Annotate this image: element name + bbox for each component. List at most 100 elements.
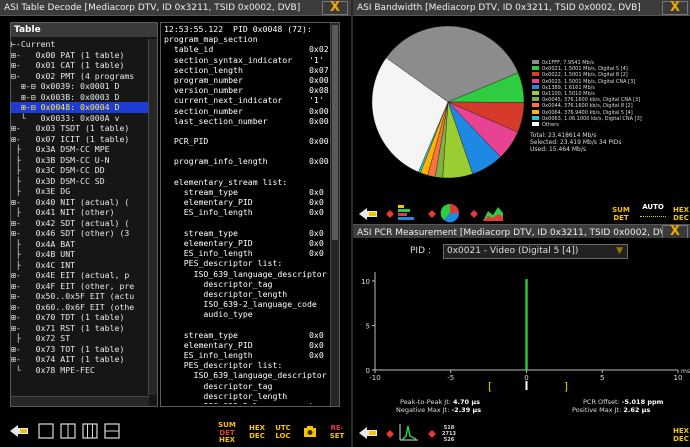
x-tick-label: -5 [447, 374, 454, 382]
decode-line: ISO_639-2_language_code [164, 299, 329, 309]
area-chart-view-icon[interactable] [482, 203, 504, 223]
legend-label: 0x1FFF, 7.9541 Mb/s [542, 60, 594, 66]
decode-field-value: 0x000 [309, 74, 329, 85]
decode-line: descriptor_length [164, 289, 329, 299]
table-decode-close-button[interactable]: X [322, 1, 348, 15]
legend-label: 0x0064, 376.9400 kb/s, Digital 5 [4] [542, 109, 633, 116]
section-decode-scroll-thumb[interactable] [332, 25, 338, 240]
auto-label: AUTO [642, 203, 664, 211]
table-tree-row[interactable]: ├ 0x72 ST [11, 333, 149, 344]
legend-entry[interactable]: 0x1100, 1.5010 Mb/s [532, 91, 595, 97]
table-tree-row[interactable]: └ 0x0033: 0x000A v [11, 113, 149, 124]
dropdown-arrow-icon: ▼ [616, 246, 623, 256]
table-tree-row[interactable]: ⊞- 0x60..0x6F EIT (othe [11, 302, 149, 313]
hand-pointer-icon[interactable] [8, 422, 30, 440]
sum-det-hex-button[interactable]: SUM DET HEX [216, 421, 238, 445]
sum-det-button[interactable]: SUM DET [610, 206, 632, 222]
table-tree-row[interactable]: ├ 0x4C INT [11, 260, 149, 271]
pcr-close-button[interactable]: X [662, 225, 688, 239]
table-tree-row[interactable]: ├ 0x41 NIT (other) [11, 207, 149, 218]
table-tree-vertical-scrollbar[interactable] [148, 39, 157, 395]
table-tree-row[interactable]: ├ 0x3D DSM-CC SD [11, 176, 149, 187]
hand-pointer-icon[interactable] [357, 205, 379, 223]
pid-dropdown[interactable]: 0x0021 - Video (Digital 5 [4]) ▼ [443, 244, 628, 259]
table-tree-row[interactable]: ⊞- 0x4F EIT (other, pre [11, 281, 149, 292]
legend-entry[interactable]: 0x0063, 1.06.1000 kb/s, Digital CNA [3] [532, 115, 642, 122]
legend-entry[interactable]: Others [532, 122, 559, 128]
decode-line: 12:53:55.122 PID 0x0048 (72): [164, 24, 329, 34]
table-tree-row[interactable]: ⊞- 0x50..0x5F EIT (actu [11, 291, 149, 302]
table-tree-row-label: ⊞-⊟ 0x003B: 0x0003 D [11, 91, 120, 102]
table-tree-row[interactable]: ⊞- 0x03 TSDT (1 table) [11, 123, 149, 134]
legend-swatch [532, 78, 539, 83]
decode-line [164, 319, 329, 329]
section-decode-scrollbar[interactable] [330, 23, 339, 406]
table-tree-row[interactable]: ├ 0x3C DSM-CC DD [11, 165, 149, 176]
total-bitrate: Total: 23.418614 Mb/s [530, 132, 597, 139]
table-tree-horizontal-scrollbar[interactable] [11, 396, 149, 406]
table-tree-row[interactable]: ├ 0x4A BAT [11, 239, 149, 250]
table-tree-row[interactable]: ⊞-⊟ 0x0039: 0x0001 D [11, 81, 149, 92]
table-tree-row[interactable]: ⊞- 0x73 TOT (1 table) [11, 344, 149, 355]
section-decode-panel: 12:53:55.122 PID 0x0048 (72): program_map… [160, 22, 340, 407]
decode-field-name: ES_info_length [164, 207, 253, 218]
table-tree-row[interactable]: ├ 0x3E DG [11, 186, 149, 197]
bandwidth-close-button[interactable]: X [662, 1, 688, 15]
table-tree-row[interactable]: ⊞-⊟ 0x003B: 0x0003 D [11, 92, 149, 103]
single-pane-icon[interactable] [38, 423, 54, 439]
bar-chart-view-icon[interactable] [397, 203, 417, 223]
pcr-hex-dec-button[interactable]: HEX DEC [672, 427, 690, 443]
table-tree-row[interactable]: ⊞- 0x70 TDT (1 table) [11, 312, 149, 323]
utc-loc-button[interactable]: UTC LOC [272, 424, 294, 440]
decode-field-value: 0x002 [309, 136, 329, 147]
dec-label: DEC [673, 213, 689, 222]
legend-entry[interactable]: 0x1FFF, 7.9541 Mb/s [532, 60, 594, 66]
bandwidth-hex-dec-button[interactable]: HEX DEC [672, 206, 690, 222]
table-tree-row[interactable]: └ 0x78 MPE-FEC [11, 365, 149, 376]
table-tree-row[interactable]: ├ 0x3A DSM-CC MPE [11, 144, 149, 155]
legend-label: Others [542, 122, 559, 128]
table-tree-row[interactable]: ⊞- 0x46 SDT (other) (3 [11, 228, 149, 239]
camera-icon[interactable] [302, 423, 318, 439]
legend-entry[interactable]: 0x0044, 376.1600 kb/s, Digital 8 [2] [532, 103, 633, 109]
table-tree-row[interactable]: ⊟- 0x02 PMT (4 programs [11, 71, 149, 82]
pie-chart-view-icon[interactable] [440, 203, 460, 223]
table-tree-row[interactable]: ⊞- 0x07 ICIT (1 table) [11, 134, 149, 145]
table-tree-row[interactable]: ⊞- 0x42 SDT (actual) ( [11, 218, 149, 229]
pid-label: PID : [410, 246, 431, 256]
legend-entry[interactable]: 0x0021, 1.5001 Mb/s, Digital 5 [4] [532, 66, 628, 72]
table-tree-row[interactable]: ├ 0x3B DSM-CC U-N [11, 155, 149, 166]
two-column-pane-icon[interactable] [60, 423, 76, 439]
negative-max-jitter: Negative Max Jt: -2.39 µs [396, 406, 482, 414]
table-tree-row[interactable]: ⊞- 0x4E EIT (actual, p [11, 270, 149, 281]
table-tree-row[interactable]: ⊞- 0x71 RST (1 table) [11, 323, 149, 334]
auto-scale-button[interactable]: AUTO [640, 203, 666, 220]
legend-entry[interactable]: 0x0064, 376.9400 kb/s, Digital 5 [4] [532, 109, 633, 116]
reset-button[interactable]: RE- SET [326, 424, 348, 440]
decode-line [164, 218, 329, 228]
table-tree-row[interactable]: ⊞- 0x74 AIT (1 table) [11, 354, 149, 365]
table-tree-header[interactable]: Table [11, 23, 157, 37]
jitter-histogram-icon[interactable] [398, 422, 420, 442]
decode-field-name: section_syntax_indicator [164, 54, 293, 65]
decode-line: elementary_PID 0x0 [164, 238, 329, 248]
decode-field-name: descriptor_tag [164, 380, 273, 391]
table-tree-row[interactable]: ⊞-⊟ 0x0048: 0x0004 D [11, 102, 149, 113]
three-column-pane-icon[interactable] [82, 423, 98, 439]
split-row-pane-icon[interactable] [104, 423, 120, 439]
legend-entry[interactable]: 0x0023, 1.5001 Mb/s, Digital CNA [3] [532, 78, 635, 85]
table-tree-row[interactable]: ├ 0x4B UNT [11, 249, 149, 260]
table-tree-row[interactable]: ⊞- 0x00 PAT (1 table) [11, 50, 149, 61]
legend-entry[interactable]: 0x0045, 376.1600 kb/s, Digital CNA [3] [532, 97, 640, 103]
legend-entry[interactable]: 0x1389, 1.6161 Mb/s [532, 84, 595, 91]
table-tree-row[interactable]: ⊞- 0x40 NIT (actual) ( [11, 197, 149, 208]
decode-line: descriptor_length [164, 391, 329, 401]
legend-entry[interactable]: 0x0022, 1.5001 Mb/s, Digital 8 [2] [532, 72, 628, 78]
table-tree-row[interactable]: ⊢-Current [11, 39, 149, 50]
hand-pointer-icon[interactable] [357, 424, 379, 442]
table-tree-row[interactable]: ⊞- 0x01 CAT (1 table) [11, 60, 149, 71]
decode-field-value: 0x00 [309, 105, 329, 116]
legend-swatch [532, 84, 539, 89]
hex-dec-button[interactable]: HEX DEC [246, 424, 268, 440]
decode-field-name: elementary_PID [164, 339, 253, 350]
